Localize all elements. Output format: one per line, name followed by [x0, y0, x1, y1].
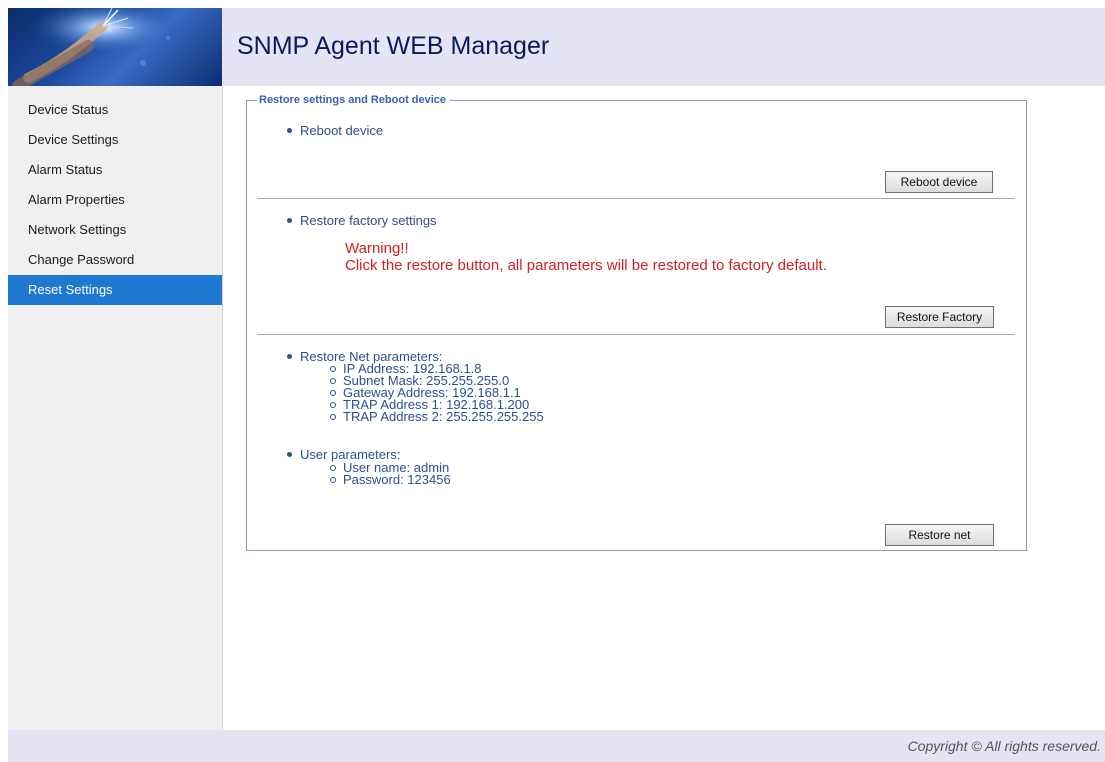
page: SNMP Agent WEB Manager Device Status Dev…: [0, 0, 1105, 762]
sidebar-nav: Device Status Device Settings Alarm Stat…: [8, 86, 222, 305]
restore-reboot-panel: Restore settings and Reboot device Reboo…: [246, 94, 1027, 551]
circle-bullet-icon: [330, 476, 336, 483]
factory-bullet: Restore factory settings: [287, 213, 437, 228]
bullet-dot-icon: [287, 128, 292, 134]
circle-bullet-icon: [330, 389, 336, 396]
sidebar-item-device-settings[interactable]: Device Settings: [8, 125, 222, 155]
section-divider: [257, 198, 1015, 199]
circle-bullet-icon: [330, 464, 336, 471]
reboot-device-button[interactable]: Reboot device: [885, 171, 993, 193]
sidebar-item-device-status[interactable]: Device Status: [8, 95, 222, 125]
panel-legend: Restore settings and Reboot device: [257, 94, 451, 106]
circle-bullet-icon: [330, 365, 336, 372]
reboot-bullet: Reboot device: [287, 123, 383, 138]
list-item: TRAP Address 2: 255.255.255.255: [330, 410, 544, 423]
sidebar-item-alarm-properties[interactable]: Alarm Properties: [8, 185, 222, 215]
warning-text: Click the restore button, all parameters…: [345, 257, 827, 274]
header-bar: SNMP Agent WEB Manager: [8, 8, 1105, 86]
net-params-list: IP Address: 192.168.1.8 Subnet Mask: 255…: [330, 362, 544, 423]
footer-bar: Copyright © All rights reserved.: [8, 730, 1105, 762]
circle-bullet-icon: [330, 401, 336, 408]
section-divider: [257, 334, 1015, 335]
circle-bullet-icon: [330, 377, 336, 384]
warning-title: Warning!!: [345, 240, 409, 257]
user-params-list: User name: admin Password: 123456: [330, 461, 451, 486]
sidebar: Device Status Device Settings Alarm Stat…: [8, 86, 223, 730]
fiber-optic-logo-icon: [8, 8, 222, 86]
sidebar-item-alarm-status[interactable]: Alarm Status: [8, 155, 222, 185]
factory-bullet-text: Restore factory settings: [300, 213, 437, 228]
restore-factory-button[interactable]: Restore Factory: [885, 306, 994, 328]
list-item: Password: 123456: [330, 473, 451, 486]
factory-warning: Warning!! Click the restore button, all …: [345, 240, 827, 274]
sidebar-item-network-settings[interactable]: Network Settings: [8, 215, 222, 245]
bullet-dot-icon: [287, 452, 292, 458]
bullet-dot-icon: [287, 218, 292, 224]
reboot-bullet-text: Reboot device: [300, 123, 384, 138]
sidebar-item-reset-settings[interactable]: Reset Settings: [8, 275, 222, 305]
app-title: SNMP Agent WEB Manager: [237, 32, 550, 60]
sidebar-item-change-password[interactable]: Change Password: [8, 245, 222, 275]
restore-net-button[interactable]: Restore net: [885, 524, 994, 546]
circle-bullet-icon: [330, 413, 336, 420]
copyright-text: Copyright © All rights reserved.: [907, 738, 1101, 754]
bullet-dot-icon: [287, 354, 292, 360]
